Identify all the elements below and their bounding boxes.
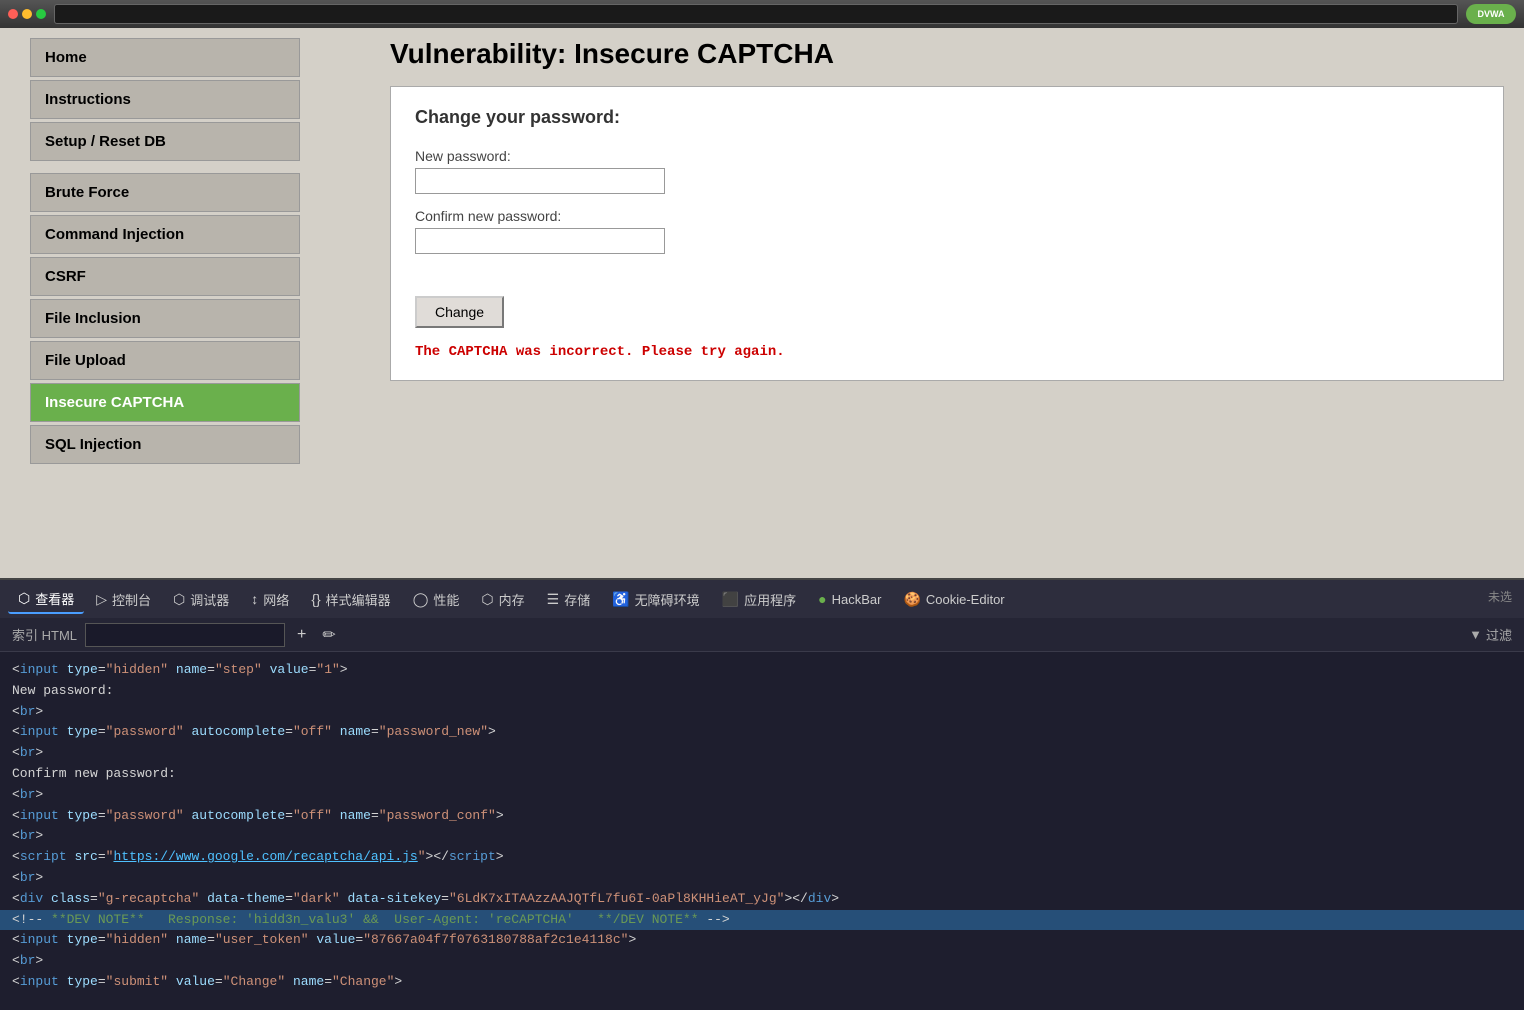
- tab-debugger-label: 调试器: [190, 590, 229, 609]
- tab-style-editor-label: 样式编辑器: [326, 590, 391, 609]
- sidebar-item-file-inclusion[interactable]: File Inclusion: [30, 299, 300, 338]
- tab-hackbar[interactable]: ● HackBar: [808, 587, 891, 611]
- sidebar-item-setup[interactable]: Setup / Reset DB: [30, 122, 300, 161]
- search-html-label: 索引 HTML: [12, 625, 77, 644]
- confirm-password-label: Confirm new password:: [415, 208, 1479, 224]
- tab-performance-label: 性能: [433, 590, 459, 609]
- cookie-editor-icon: 🍪: [903, 591, 920, 608]
- filter-icon: ▼: [1469, 627, 1482, 642]
- browser-chrome: DVWA: [0, 0, 1524, 28]
- add-button[interactable]: +: [293, 624, 310, 646]
- devtools-tabs: ⬡ 查看器 ▷ 控制台 ⬡ 调试器 ↕ 网络 {} 样式编辑器 ◯ 性能 ⬡ 内…: [0, 580, 1524, 618]
- source-line: <script src="https://www.google.com/reca…: [12, 847, 1512, 868]
- source-line: <br>: [12, 868, 1512, 889]
- tab-network-label: 网络: [263, 590, 289, 609]
- tab-debugger[interactable]: ⬡ 调试器: [163, 586, 239, 613]
- devtools-panel: ⬡ 查看器 ▷ 控制台 ⬡ 调试器 ↕ 网络 {} 样式编辑器 ◯ 性能 ⬡ 内…: [0, 578, 1524, 1008]
- sidebar-item-command-injection[interactable]: Command Injection: [30, 215, 300, 254]
- hackbar-icon: ●: [818, 591, 826, 607]
- tab-console[interactable]: ▷ 控制台: [86, 586, 161, 613]
- source-line: <input type="hidden" name="step" value="…: [12, 660, 1512, 681]
- source-line: New password:: [12, 681, 1512, 702]
- app-programs-icon: ⬛: [722, 591, 739, 608]
- devtools-toolbar: 索引 HTML + ✏ ▼ 过滤 未选: [0, 618, 1524, 652]
- search-html-input[interactable]: [85, 623, 285, 647]
- browser-controls: [8, 9, 46, 19]
- tab-style-editor[interactable]: {} 样式编辑器: [301, 586, 400, 613]
- sidebar-item-csrf[interactable]: CSRF: [30, 257, 300, 296]
- tab-cookie-editor[interactable]: 🍪 Cookie-Editor: [893, 587, 1014, 612]
- tab-memory[interactable]: ⬡ 内存: [471, 586, 534, 613]
- sidebar-item-home[interactable]: Home: [30, 38, 300, 77]
- style-editor-icon: {}: [311, 591, 320, 607]
- source-line: <div class="g-recaptcha" data-theme="dar…: [12, 889, 1512, 910]
- form-title: Change your password:: [415, 107, 1479, 128]
- tab-performance[interactable]: ◯ 性能: [403, 586, 470, 613]
- inspector-icon: ⬡: [18, 590, 30, 607]
- page-title: Vulnerability: Insecure CAPTCHA: [390, 38, 1504, 70]
- source-line: <br>: [12, 951, 1512, 972]
- url-bar[interactable]: [54, 4, 1458, 24]
- tab-accessibility-label: 无障碍环境: [635, 590, 700, 609]
- tab-console-label: 控制台: [112, 590, 151, 609]
- html-source: <input type="hidden" name="step" value="…: [0, 652, 1524, 1010]
- sidebar-item-sql-injection[interactable]: SQL Injection: [30, 425, 300, 464]
- source-line: <br>: [12, 743, 1512, 764]
- source-line: <input type="password" autocomplete="off…: [12, 806, 1512, 827]
- browser-logo: DVWA: [1466, 4, 1516, 24]
- tab-cookie-editor-label: Cookie-Editor: [926, 592, 1005, 607]
- sidebar-item-brute-force[interactable]: Brute Force: [30, 173, 300, 212]
- source-line: <input type="password" autocomplete="off…: [12, 722, 1512, 743]
- tab-hackbar-label: HackBar: [832, 592, 882, 607]
- tab-app-programs[interactable]: ⬛ 应用程序: [712, 586, 806, 613]
- tab-accessibility[interactable]: ♿ 无障碍环境: [602, 586, 709, 613]
- filter-area: ▼ 过滤: [1469, 625, 1512, 644]
- filter-label: 过滤: [1486, 625, 1512, 644]
- memory-icon: ⬡: [481, 591, 493, 608]
- change-button[interactable]: Change: [415, 296, 504, 328]
- sidebar-item-insecure-captcha[interactable]: Insecure CAPTCHA: [30, 383, 300, 422]
- nav-group-main: Home Instructions Setup / Reset DB: [30, 38, 350, 161]
- performance-icon: ◯: [413, 591, 429, 608]
- debugger-icon: ⬡: [173, 591, 185, 608]
- source-line: <input type="submit" value="Change" name…: [12, 972, 1512, 993]
- nav-group-vulnerabilities: Brute Force Command Injection CSRF File …: [30, 173, 350, 464]
- not-selected-label: 未选: [1488, 588, 1512, 605]
- tab-inspector[interactable]: ⬡ 查看器: [8, 585, 84, 614]
- main-content: Vulnerability: Insecure CAPTCHA Change y…: [370, 28, 1524, 508]
- new-password-input[interactable]: [415, 168, 665, 194]
- tab-network[interactable]: ↕ 网络: [241, 586, 299, 613]
- new-password-label: New password:: [415, 148, 1479, 164]
- confirm-password-input[interactable]: [415, 228, 665, 254]
- sidebar: Home Instructions Setup / Reset DB Brute…: [0, 28, 370, 508]
- source-line: Confirm new password:: [12, 764, 1512, 785]
- storage-icon: ☰: [547, 591, 560, 608]
- sidebar-item-instructions[interactable]: Instructions: [30, 80, 300, 119]
- error-message: The CAPTCHA was incorrect. Please try ag…: [415, 344, 1479, 360]
- tab-storage-label: 存储: [564, 590, 590, 609]
- sidebar-item-file-upload[interactable]: File Upload: [30, 341, 300, 380]
- source-line: <br>: [12, 785, 1512, 806]
- tab-storage[interactable]: ☰ 存储: [537, 586, 601, 613]
- edit-button[interactable]: ✏: [318, 623, 339, 647]
- accessibility-icon: ♿: [612, 591, 629, 608]
- tab-memory-label: 内存: [499, 590, 525, 609]
- console-icon: ▷: [96, 591, 107, 608]
- highlighted-source-line: <!-- **DEV NOTE** Response: 'hidd3n_valu…: [0, 910, 1524, 931]
- source-line: <input type="hidden" name="user_token" v…: [12, 930, 1512, 951]
- tab-inspector-label: 查看器: [35, 589, 74, 608]
- source-line: <br>: [12, 702, 1512, 723]
- tab-app-programs-label: 应用程序: [744, 590, 796, 609]
- source-line: <br>: [12, 826, 1512, 847]
- content-panel: Change your password: New password: Conf…: [390, 86, 1504, 381]
- network-icon: ↕: [251, 591, 258, 607]
